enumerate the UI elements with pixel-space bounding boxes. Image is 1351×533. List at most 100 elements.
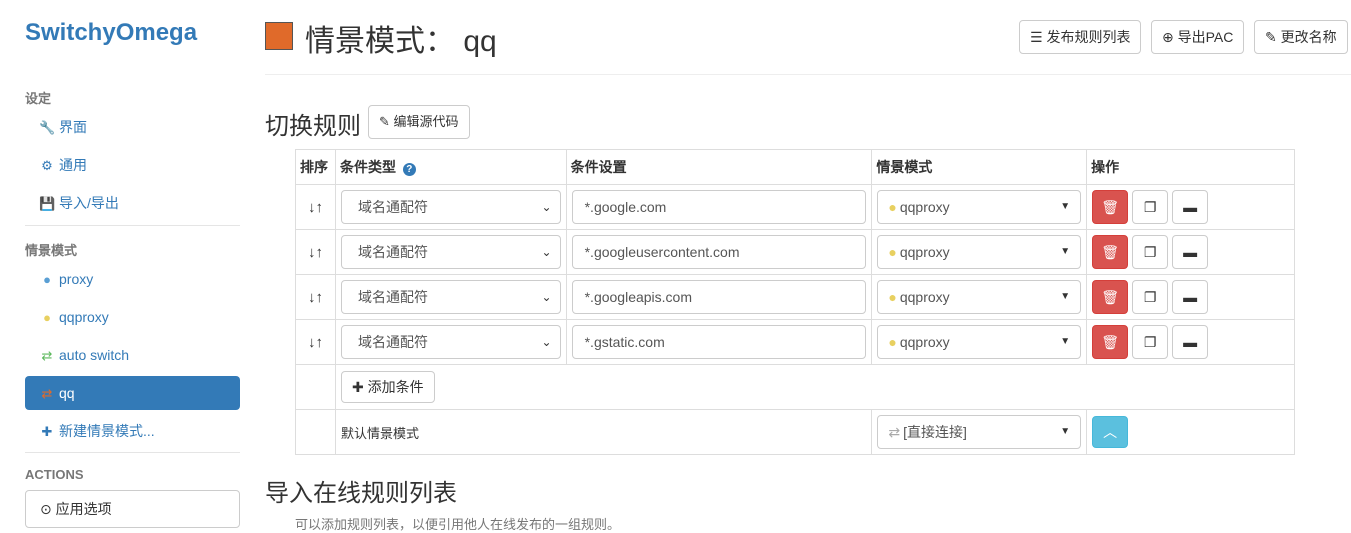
chevron-down-icon: ⌄ [541,290,552,304]
table-row: ↓↑ 域名通配符 ⌄ *.googleusercontent.com ● qqpro… [295,229,1295,275]
sidebar-item-import-export[interactable]: 💾 导入/导出 [25,186,240,220]
sidebar-item-auto-switch[interactable]: ⇄ auto switch [25,338,240,372]
profile-select[interactable]: ● qqproxy ▼ [877,235,1082,269]
clone-button[interactable]: ❐ [1132,235,1169,269]
condition-pattern-input[interactable]: *.googleusercontent.com [571,235,867,269]
sort-handle-icon[interactable]: ↓↑ [295,184,336,230]
add-condition-button[interactable]: ✚ 添加条件 [340,371,435,403]
button-label: 添加条件 [367,379,424,395]
sidebar-item-label: qqproxy [59,309,109,325]
condition-type-select[interactable]: 域名通配符 ⌄ [340,280,561,314]
button-label: 编辑源代码 [393,114,459,129]
button-label: 发布规则列表 [1046,29,1131,45]
comment-button[interactable]: ▬ [1172,235,1209,269]
profile-cell: ● qqproxy ▼ [871,274,1088,320]
select-value: 域名通配符 [357,289,428,305]
plus-icon: ✚ [41,424,53,439]
delete-button[interactable]: 🗑 [1092,280,1129,314]
button-label: 导出PAC [1177,29,1234,45]
header-divider [265,74,1351,75]
delete-button[interactable]: 🗑 [1092,190,1129,224]
rename-button[interactable]: ✎ 更改名称 [1254,20,1348,54]
profile-select[interactable]: ● qqproxy ▼ [877,280,1082,314]
column-header-actions: 操作 [1086,149,1295,185]
sidebar-item-label: 导入/导出 [59,195,119,211]
sort-handle-icon[interactable]: ↓↑ [295,229,336,275]
globe-icon: ● [888,199,897,215]
column-header-sort: 排序 [295,149,336,185]
profile-cell: ● qqproxy ▼ [871,184,1088,230]
sort-handle-icon[interactable]: ↓↑ [295,319,336,365]
sidebar-item-interface[interactable]: 🔧 界面 [25,110,240,144]
globe-icon: ● [888,334,897,350]
table-header-row: 排序 条件类型 ? 条件设置 情景模式 操作 [295,149,1295,185]
export-pac-button[interactable]: ⊕ 导出PAC [1151,20,1245,54]
comment-button[interactable]: ▬ [1172,325,1209,359]
divider [25,452,240,453]
select-value: qqproxy [899,334,950,350]
brand-title[interactable]: SwitchyOmega [25,19,197,47]
rules-table: 排序 条件类型 ? 条件设置 情景模式 操作 ↓↑ 域名通配符 ⌄ *.googl… [295,149,1296,455]
profile-select[interactable]: ● qqproxy ▼ [877,190,1082,224]
condition-type-select[interactable]: 域名通配符 ⌄ [340,325,561,359]
sidebar-item-label: proxy [59,271,94,287]
default-profile-cell: ⇄ [直接连接] ▼ [871,409,1088,455]
profile-color-swatch[interactable] [265,22,293,50]
list-icon: ☰ [1030,29,1043,45]
add-condition-row: ✚ 添加条件 [295,364,1296,410]
settings-header: 设定 [25,91,52,106]
default-profile-row: 默认情景模式 ⇄ [直接连接] ▼ ︿ [295,409,1295,455]
actions-cell: 🗑 ❐ ▬ [1086,319,1295,365]
clone-button[interactable]: ❐ [1132,190,1169,224]
plus-icon: ✚ [351,379,364,395]
download-icon: ⊕ [1162,29,1174,45]
sidebar-item-qq[interactable]: ⇄ qq [25,376,240,410]
table-row: ↓↑ 域名通配符 ⌄ *.google.com ● qqproxy ▼ 🗑 ❐ ▬ [295,184,1295,230]
condition-type-cell: 域名通配符 ⌄ [334,184,567,230]
collapse-up-button[interactable]: ︿ [1092,416,1129,448]
clone-button[interactable]: ❐ [1132,325,1169,359]
caret-down-icon: ▼ [1060,201,1071,212]
column-header-condition-type: 条件类型 ? [334,149,567,185]
chevron-down-icon: ⌄ [541,200,552,214]
default-profile-select[interactable]: ⇄ [直接连接] ▼ [877,415,1082,449]
sort-handle-icon[interactable]: ↓↑ [295,274,336,320]
sidebar-item-label: 通用 [59,157,87,173]
delete-button[interactable]: 🗑 [1092,325,1129,359]
sidebar-item-general[interactable]: ⚙ 通用 [25,148,240,182]
floppy-icon: 💾 [39,196,56,211]
publish-rule-list-button[interactable]: ☰ 发布规则列表 [1019,20,1142,54]
switch-icon: ⇄ [41,386,53,401]
sidebar-item-proxy[interactable]: ● proxy [25,262,240,296]
condition-setting-cell: *.googleapis.com [565,274,873,320]
sidebar-item-new-profile[interactable]: ✚ 新建情景模式... [25,414,240,448]
select-value: qqproxy [899,199,950,215]
condition-type-select[interactable]: 域名通配符 ⌄ [340,235,561,269]
divider [25,225,240,226]
condition-pattern-input[interactable]: *.googleapis.com [571,280,867,314]
chevron-down-icon: ⌄ [541,245,552,259]
chevron-down-icon: ⌄ [541,335,552,349]
comment-button[interactable]: ▬ [1172,280,1209,314]
empty-cell [295,364,336,410]
select-value: 域名通配符 [357,334,428,350]
button-label: 更改名称 [1280,29,1337,45]
profiles-header: 情景模式 [25,243,78,258]
apply-options-button[interactable]: ⊙ 应用选项 [25,490,240,528]
actions-header: ACTIONS [25,467,84,482]
condition-type-select[interactable]: 域名通配符 ⌄ [340,190,561,224]
condition-type-cell: 域名通配符 ⌄ [334,274,567,320]
comment-button[interactable]: ▬ [1172,190,1209,224]
default-profile-label: 默认情景模式 [334,409,873,455]
sidebar-item-label: 界面 [59,119,87,135]
sidebar-item-qqproxy[interactable]: ● qqproxy [25,300,240,334]
profile-select[interactable]: ● qqproxy ▼ [877,325,1082,359]
select-value: [直接连接] [903,424,967,440]
help-icon[interactable]: ? [402,163,416,176]
clone-button[interactable]: ❐ [1132,280,1169,314]
condition-pattern-input[interactable]: *.gstatic.com [571,325,867,359]
table-row: ↓↑ 域名通配符 ⌄ *.googleapis.com ● qqproxy ▼ 🗑 ❐… [295,274,1295,320]
condition-pattern-input[interactable]: *.google.com [571,190,867,224]
delete-button[interactable]: 🗑 [1092,235,1129,269]
edit-source-button[interactable]: ✎ 编辑源代码 [368,105,470,139]
